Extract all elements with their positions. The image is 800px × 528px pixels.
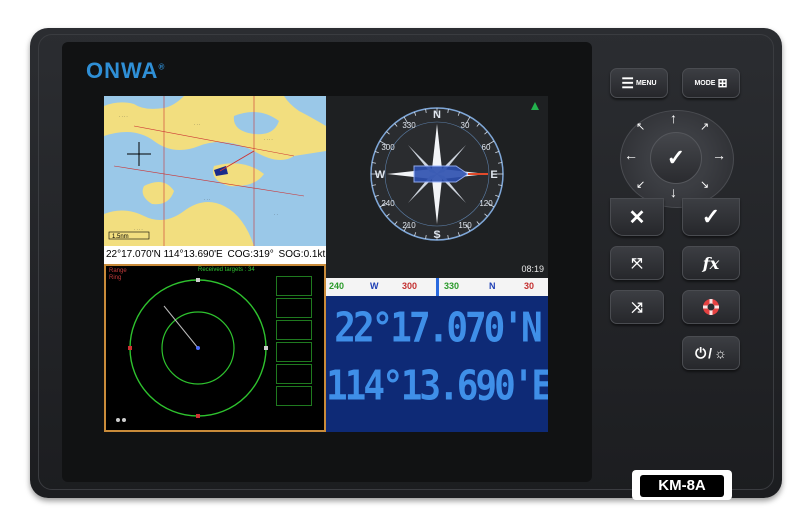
- mode-button[interactable]: MODE ⊞: [682, 68, 740, 98]
- menu-button[interactable]: ☰ MENU: [610, 68, 668, 98]
- cog-label: COG:: [227, 249, 254, 260]
- compass-n: N: [433, 109, 441, 121]
- target-info-box: [276, 320, 312, 340]
- compass-panel[interactable]: N E S W 30 60 120 150 210 240 300 330 08…: [326, 96, 548, 278]
- svg-text:60: 60: [482, 143, 491, 152]
- position-panel[interactable]: 240 W 300 330 N 30 22°17.070'N 114°13.69…: [326, 278, 548, 432]
- cog-value: 319°: [253, 249, 274, 260]
- svg-text:330: 330: [402, 121, 416, 130]
- ais-radar-panel[interactable]: Range Ring Received targets : 34: [104, 264, 326, 432]
- target-info-box: [276, 342, 312, 362]
- svg-text:120: 120: [479, 199, 493, 208]
- target-info-box: [276, 276, 312, 296]
- down-arrow-icon[interactable]: ↓: [670, 184, 677, 200]
- svg-text:210: 210: [402, 221, 416, 230]
- right-arrow-icon[interactable]: →: [712, 147, 726, 163]
- brightness-icon: ☼: [714, 345, 727, 361]
- svg-text:30: 30: [461, 121, 470, 130]
- lifebuoy-icon: [703, 299, 719, 315]
- sog-label: SOG:: [278, 249, 304, 260]
- sog-value: 0.1kt: [303, 249, 326, 260]
- brand-logo: ONWA®: [86, 58, 166, 83]
- target-info-box: [276, 386, 312, 406]
- down-left-arrow-icon[interactable]: ↙: [636, 178, 645, 191]
- check-icon: ✓: [701, 204, 721, 229]
- target-info-box: [276, 364, 312, 384]
- chart-status-bar: 22°17.070'N 114°13.690'E COG:319° SOG:0.…: [104, 246, 326, 264]
- svg-text:· · ·: · · ·: [194, 122, 200, 127]
- close-icon: ✕: [628, 206, 646, 229]
- up-arrow-icon[interactable]: ↑: [670, 110, 677, 126]
- up-right-arrow-icon[interactable]: ↗: [700, 120, 709, 133]
- menu-icon: ☰: [621, 74, 634, 91]
- svg-text:· · · ·: · · · ·: [264, 137, 273, 142]
- svg-text:300: 300: [381, 143, 395, 152]
- latitude-readout: 22°17.070'N: [334, 304, 542, 353]
- power-icon: ⏻: [695, 344, 707, 361]
- zoom-in-button[interactable]: ⤨: [610, 290, 664, 324]
- mode-icon: ⊞: [717, 76, 728, 90]
- compass-s: S: [433, 229, 440, 241]
- mob-button[interactable]: [682, 290, 740, 324]
- heading-tape: 240 W 300 330 N 30: [326, 278, 548, 296]
- longitude-readout: 114°13.690'E: [326, 362, 548, 411]
- nautical-chart: · · · · · · · · · · · · · · · · · · · · 1.5n…: [104, 96, 326, 246]
- svg-text:240: 240: [381, 199, 395, 208]
- function-button[interactable]: fx: [682, 246, 740, 280]
- display-screen: · · · · · · · · · · · · · · · · · · · · 1.5n…: [104, 96, 548, 432]
- svg-text:150: 150: [458, 221, 472, 230]
- radar-scope: [116, 278, 268, 422]
- enter-button[interactable]: ✓: [650, 132, 702, 184]
- clock: 08:19: [521, 264, 544, 274]
- down-right-arrow-icon[interactable]: ↘: [700, 178, 709, 191]
- chart-scale-label: 1.5nm: [112, 234, 129, 240]
- compass-e: E: [490, 169, 497, 181]
- zoom-in-icon: ⤨: [631, 298, 643, 315]
- target-info-box: [276, 298, 312, 318]
- heading-pointer: [436, 278, 439, 296]
- left-arrow-icon[interactable]: ←: [624, 147, 638, 163]
- up-left-arrow-icon[interactable]: ↖: [636, 120, 645, 133]
- zoom-out-icon: ⤧: [631, 254, 643, 271]
- gps-signal-icon: [531, 102, 539, 110]
- chart-panel[interactable]: · · · · · · · · · · · · · · · · · · · · 1.5n…: [104, 96, 326, 264]
- zoom-out-button[interactable]: ⤧: [610, 246, 664, 280]
- position-readout: 22°17.070'N 114°13.690'E: [106, 249, 223, 260]
- svg-text:· ·: · ·: [274, 212, 278, 217]
- function-icon: fx: [702, 253, 720, 273]
- power-brightness-button[interactable]: ⏻ / ☼: [682, 336, 740, 370]
- compass-w: W: [375, 169, 386, 181]
- cancel-button[interactable]: ✕: [610, 198, 664, 236]
- confirm-button[interactable]: ✓: [682, 198, 740, 236]
- check-icon: ✓: [666, 145, 686, 170]
- model-label: KM-8A: [640, 475, 724, 497]
- compass-dial: N E S W 30 60 120 150 210 240 300 330: [370, 102, 539, 241]
- svg-text:· · ·: · · ·: [204, 197, 210, 202]
- heading-vessel-icon: [413, 165, 469, 183]
- svg-text:· · · ·: · · · ·: [134, 227, 143, 232]
- svg-text:· · · ·: · · · ·: [119, 114, 128, 119]
